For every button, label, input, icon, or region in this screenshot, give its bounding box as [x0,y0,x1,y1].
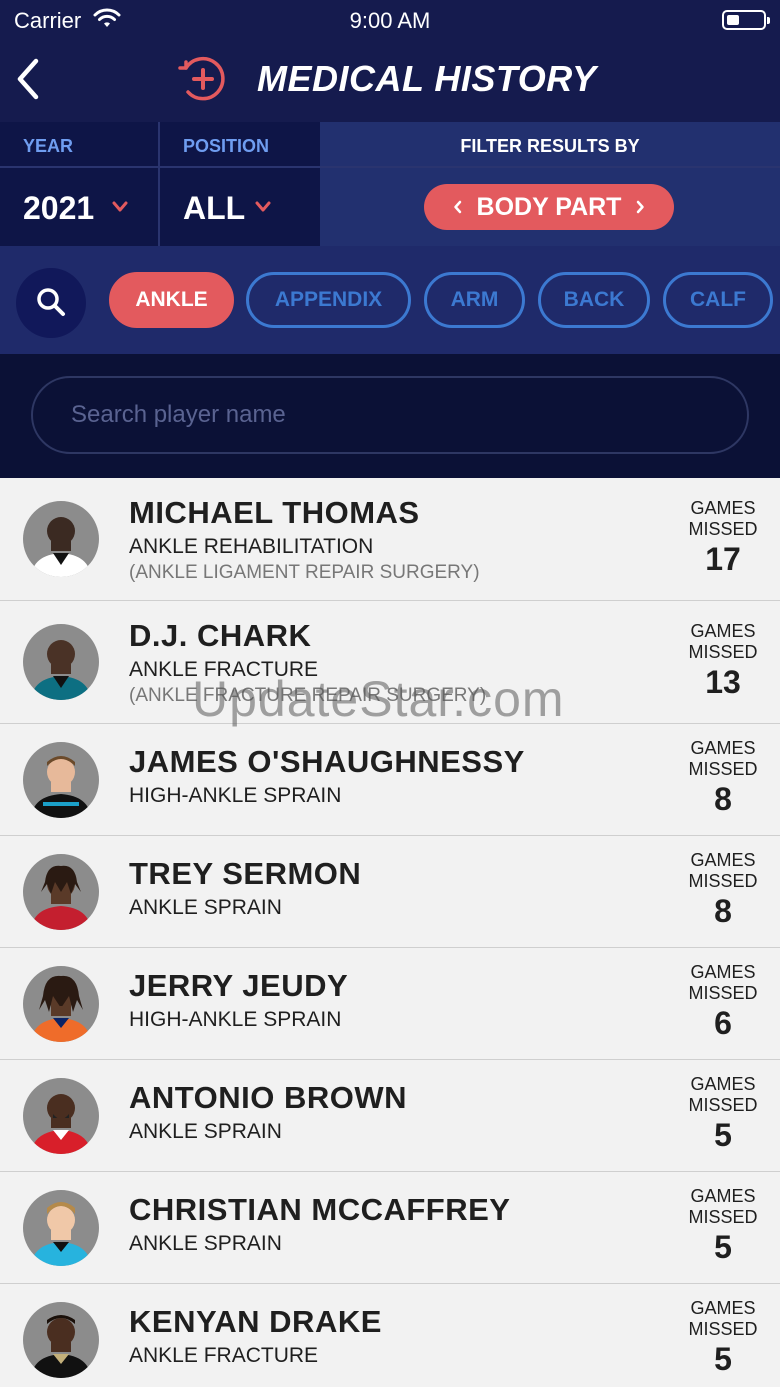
filter-type-toggle[interactable]: BODY PART [424,184,674,230]
player-name: CHRISTIAN MCCAFFREY [129,1192,511,1227]
games-missed-label: GAMES MISSED [688,1074,758,1115]
games-missed-count: 8 [714,893,732,929]
player-name: JAMES O'SHAUGHNESSY [129,744,525,779]
chip-calf[interactable]: CALF [663,272,773,328]
chevron-right-icon[interactable] [635,200,645,214]
games-missed-label: GAMES MISSED [688,498,758,539]
games-missed-label: GAMES MISSED [688,1298,758,1339]
position-label: POSITION [183,136,270,156]
games-missed: GAMES MISSED 5 [680,1074,766,1154]
position-filter[interactable]: POSITION ALL [160,122,318,246]
player-list: MICHAEL THOMAS ANKLE REHABILITATION (ANK… [0,478,780,1387]
year-label: YEAR [23,136,74,156]
chevron-left-icon[interactable] [453,200,463,214]
player-name: JERRY JEUDY [129,968,349,1003]
player-name: ANTONIO BROWN [129,1080,408,1115]
position-value[interactable]: ALL [183,190,245,227]
list-item[interactable]: ANTONIO BROWN ANKLE SPRAIN GAMES MISSED … [0,1060,780,1172]
chip-ankle[interactable]: ANKLE [109,272,234,328]
list-item[interactable]: JAMES O'SHAUGHNESSY HIGH-ANKLE SPRAIN GA… [0,724,780,836]
games-missed: GAMES MISSED 13 [680,621,766,701]
injury-type: HIGH-ANKLE SPRAIN [129,1008,342,1031]
injury-type: ANKLE SPRAIN [129,1120,282,1143]
games-missed-count: 6 [714,1005,732,1041]
injury-type: ANKLE SPRAIN [129,1232,282,1255]
search-button[interactable] [16,268,86,338]
body-part-chips: ANKLE APPENDIX ARM BACK CALF [0,246,780,354]
games-missed: GAMES MISSED 8 [680,738,766,818]
status-bar: Carrier 9:00 AM [0,0,780,40]
games-missed: GAMES MISSED 8 [680,850,766,930]
avatar [23,1190,99,1266]
chip-appendix[interactable]: APPENDIX [246,272,411,328]
games-missed-count: 8 [714,781,732,817]
avatar [23,966,99,1042]
injury-type: ANKLE FRACTURE [129,1344,319,1367]
games-missed-label: GAMES MISSED [688,962,758,1003]
injury-type: ANKLE REHABILITATION [129,535,374,558]
player-name: KENYAN DRAKE [129,1304,382,1339]
games-missed: GAMES MISSED 5 [680,1298,766,1378]
battery-icon [722,10,770,30]
games-missed-label: GAMES MISSED [688,1186,758,1227]
games-missed-label: GAMES MISSED [688,850,758,891]
filter-bar: YEAR 2021 POSITION ALL FILTER RESULTS BY… [0,122,780,246]
list-item[interactable]: MICHAEL THOMAS ANKLE REHABILITATION (ANK… [0,478,780,601]
medical-cross-icon [178,56,225,101]
avatar [23,742,99,818]
filter-type-label: BODY PART [476,192,622,221]
chevron-down-icon [255,201,271,212]
games-missed-count: 5 [714,1117,732,1153]
filter-by-label: FILTER RESULTS BY [460,136,640,156]
injury-detail: (ANKLE LIGAMENT REPAIR SURGERY) [129,562,480,583]
avatar [23,624,99,700]
injury-type: ANKLE FRACTURE [129,658,319,681]
search-input[interactable] [31,376,749,454]
year-value[interactable]: 2021 [23,190,94,227]
games-missed-count: 13 [705,664,741,700]
player-name: TREY SERMON [129,856,362,891]
injury-type: HIGH-ANKLE SPRAIN [129,784,342,807]
chip-arm[interactable]: ARM [424,272,525,328]
divider [0,166,780,168]
avatar [23,1078,99,1154]
avatar [23,501,99,577]
avatar [23,854,99,930]
list-item[interactable]: CHRISTIAN MCCAFFREY ANKLE SPRAIN GAMES M… [0,1172,780,1284]
player-name: MICHAEL THOMAS [129,495,420,530]
status-time: 9:00 AM [349,8,431,33]
injury-type: ANKLE SPRAIN [129,896,282,919]
list-item[interactable]: KENYAN DRAKE ANKLE FRACTURE GAMES MISSED… [0,1284,780,1387]
app-header: Carrier 9:00 AM MEDICAL HISTORY [0,0,780,122]
games-missed-count: 5 [714,1341,732,1377]
list-item[interactable]: D.J. CHARK ANKLE FRACTURE (ANKLE FRACTUR… [0,601,780,724]
games-missed: GAMES MISSED 6 [680,962,766,1042]
games-missed: GAMES MISSED 17 [680,498,766,578]
player-name: D.J. CHARK [129,618,312,653]
list-item[interactable]: TREY SERMON ANKLE SPRAIN GAMES MISSED 8 [0,836,780,948]
page-title: MEDICAL HISTORY [257,58,597,99]
games-missed-label: GAMES MISSED [688,621,758,662]
filter-by-section: FILTER RESULTS BY BODY PART [320,122,780,246]
games-missed-count: 17 [705,541,741,577]
year-filter[interactable]: YEAR 2021 [0,122,158,246]
avatar [23,1302,99,1378]
chevron-down-icon [112,201,128,212]
search-section [0,354,780,478]
search-icon [37,288,65,316]
list-item[interactable]: JERRY JEUDY HIGH-ANKLE SPRAIN GAMES MISS… [0,948,780,1060]
games-missed: GAMES MISSED 5 [680,1186,766,1266]
back-arrow-icon[interactable] [8,55,52,103]
injury-detail: (ANKLE FRACTURE REPAIR SURGERY) [129,685,487,706]
games-missed-label: GAMES MISSED [688,738,758,779]
games-missed-count: 5 [714,1229,732,1265]
chip-back[interactable]: BACK [538,272,650,328]
